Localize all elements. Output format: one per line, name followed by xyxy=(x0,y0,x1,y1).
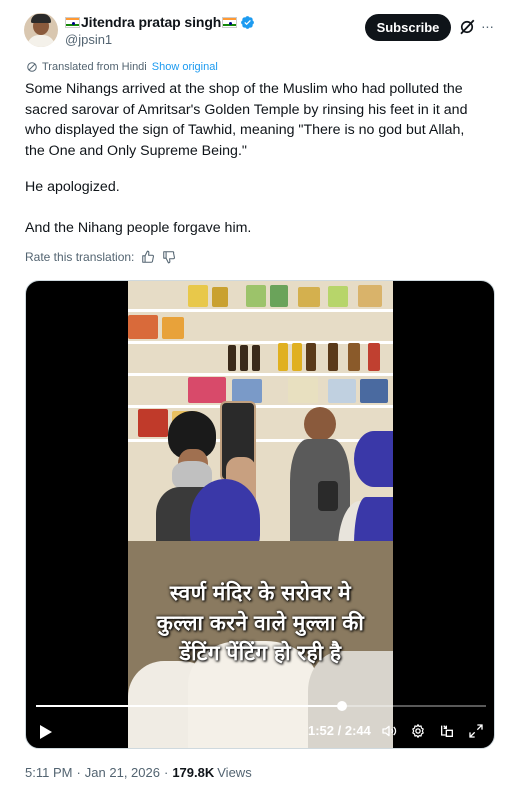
rate-translation-row: Rate this translation: xyxy=(25,250,176,264)
video-progress-fill xyxy=(36,705,342,707)
translated-from-row: Translated from Hindi Show original xyxy=(26,61,218,73)
play-icon[interactable] xyxy=(39,724,53,740)
more-options-icon[interactable]: ··· xyxy=(481,16,497,36)
verified-badge-icon xyxy=(241,15,255,29)
tweet-paragraph: Some Nihangs arrived at the shop of the … xyxy=(25,81,468,159)
tweet-paragraph: And the Nihang people forgave him. xyxy=(25,220,252,236)
indian-flag-icon xyxy=(222,16,238,28)
tweet-date[interactable]: Jan 21, 2026 xyxy=(85,765,160,780)
volume-icon[interactable] xyxy=(381,723,397,739)
thumbs-up-icon[interactable] xyxy=(141,250,155,264)
video-time-display: 1:52 / 2:44 xyxy=(308,723,371,738)
tweet-text: Some Nihangs arrived at the shop of the … xyxy=(25,79,485,161)
show-original-link[interactable]: Show original xyxy=(152,61,218,73)
grok-icon[interactable] xyxy=(458,18,476,36)
video-progress-handle[interactable] xyxy=(337,701,347,711)
video-caption-line: स्वर्ण मंदिर के सरोवर मे xyxy=(169,582,352,605)
views-label: Views xyxy=(217,765,252,780)
video-progress-bar[interactable] xyxy=(36,701,486,711)
video-caption-line: कुल्ला करने वाले मुल्ला की xyxy=(156,612,365,635)
views-count[interactable]: 179.8K xyxy=(172,765,214,780)
video-player[interactable]: स्वर्ण मंदिर के सरोवर मे कुल्ला करने वाल… xyxy=(25,280,495,749)
author-handle[interactable]: @jpsin1 xyxy=(65,32,112,47)
author-display-name[interactable]: Jitendra pratap singh xyxy=(81,14,221,30)
indian-flag-icon xyxy=(65,16,80,28)
tweet-paragraph: He apologized. xyxy=(25,179,120,195)
tweet-metadata: 5:11 PM · Jan 21, 2026 · 179.8K Views xyxy=(25,765,252,780)
video-caption-line: डेंटिंग पेंटिंग हो रही है xyxy=(179,642,342,665)
separator: · xyxy=(163,765,169,780)
translate-icon xyxy=(27,62,37,72)
author-name-row[interactable]: Jitendra pratap singh xyxy=(65,13,255,31)
video-frame: स्वर्ण मंदिर के सरोवर मे कुल्ला करने वाल… xyxy=(128,281,393,748)
settings-gear-icon[interactable] xyxy=(410,723,426,739)
translated-label: Translated from Hindi xyxy=(42,61,147,73)
subscribe-button[interactable]: Subscribe xyxy=(365,14,451,41)
avatar[interactable] xyxy=(24,13,58,47)
thumbs-down-icon[interactable] xyxy=(162,250,176,264)
picture-in-picture-icon[interactable] xyxy=(439,723,455,739)
rate-translation-label: Rate this translation: xyxy=(25,250,135,264)
fullscreen-icon[interactable] xyxy=(468,723,484,739)
separator: · xyxy=(76,765,81,780)
tweet-header: Jitendra pratap singh @jpsin1 Subscribe … xyxy=(0,0,508,56)
tweet-time[interactable]: 5:11 PM xyxy=(25,765,72,780)
